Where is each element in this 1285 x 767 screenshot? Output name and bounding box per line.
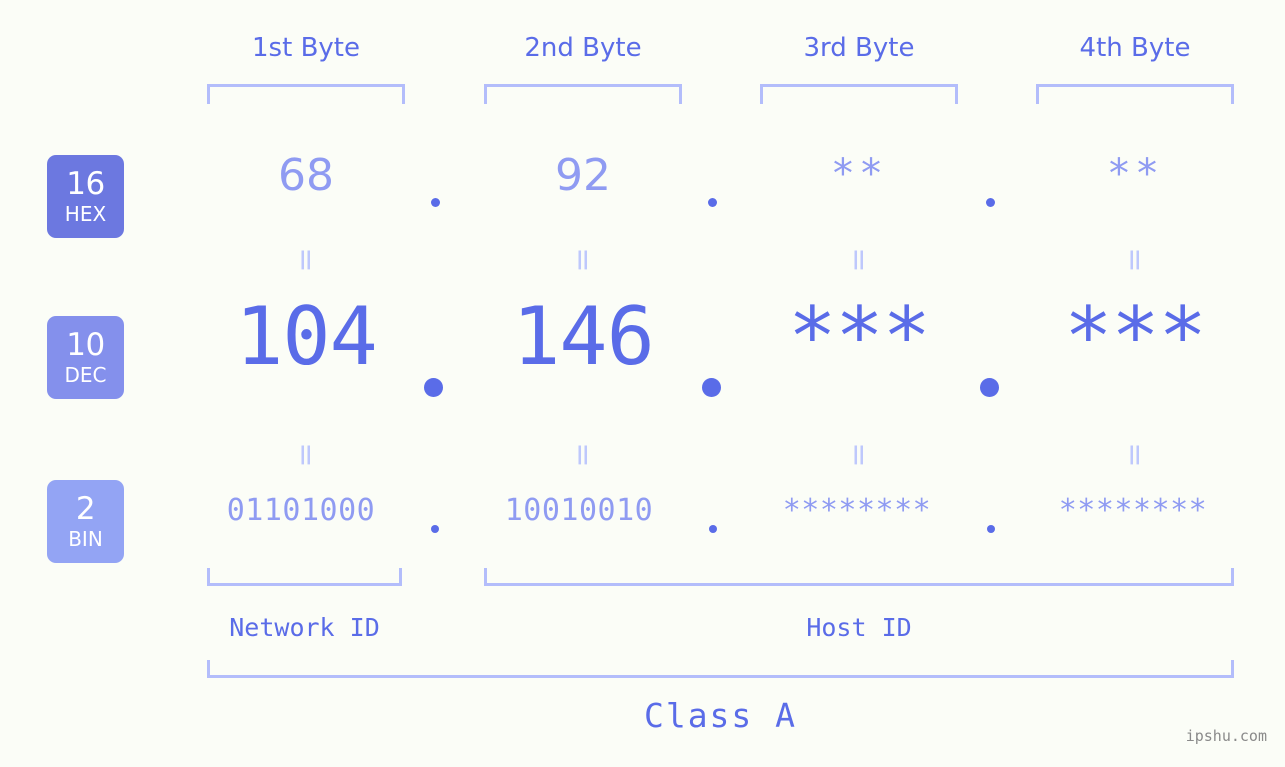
equality-mark-dec-bin-3: = [841,442,877,470]
equality-mark-dec-bin-4: = [1117,442,1153,470]
equality-mark-dec-bin-2: = [565,442,601,470]
hex-value-byte-1: 68 [278,150,334,201]
base-badge-bin: 2 BIN [47,480,124,563]
base-badge-dec-number: 10 [66,327,105,363]
network-id-label: Network ID [229,613,380,642]
bin-separator-dot-2 [709,525,717,533]
equality-mark-hex-dec-4: = [1117,247,1153,275]
hex-separator-dot-1 [431,198,440,207]
base-badge-hex-abbr: HEX [64,202,107,226]
base-badge-bin-number: 2 [75,491,96,527]
equality-mark-hex-dec-2: = [565,247,601,275]
base-badge-bin-abbr: BIN [68,527,103,551]
bin-separator-dot-1 [431,525,439,533]
hex-separator-dot-3 [986,198,995,207]
bin-value-byte-1: 01101000 [226,493,376,528]
site-watermark: ipshu.com [1185,727,1267,745]
hex-value-byte-2: 92 [555,150,611,201]
hex-value-byte-3: ** [830,151,888,197]
host-id-label: Host ID [806,613,912,642]
dec-separator-dot-3 [980,378,999,397]
equality-mark-hex-dec-3: = [841,247,877,275]
dec-value-byte-3: *** [788,290,931,383]
bin-value-byte-3: ******** [782,493,932,528]
class-bracket [207,660,1234,678]
base-badge-dec-abbr: DEC [64,363,107,387]
byte-bracket-top-3 [760,84,958,104]
dec-separator-dot-2 [702,378,721,397]
equality-mark-hex-dec-1: = [288,247,324,275]
class-label: Class A [643,696,798,735]
byte-header-2: 2nd Byte [524,33,642,63]
ip-address-breakdown-diagram: 1st Byte 2nd Byte 3rd Byte 4th Byte 16 H… [0,0,1285,767]
byte-header-3: 3rd Byte [803,33,915,63]
bin-value-byte-4: ******** [1058,493,1208,528]
base-badge-dec: 10 DEC [47,316,124,399]
equality-mark-dec-bin-1: = [288,442,324,470]
base-badge-hex: 16 HEX [47,155,124,238]
bin-separator-dot-3 [987,525,995,533]
network-id-bracket [207,568,402,586]
dec-value-byte-1: 104 [235,290,378,383]
dec-separator-dot-1 [424,378,443,397]
byte-bracket-top-4 [1036,84,1234,104]
hex-value-byte-4: ** [1106,151,1164,197]
byte-header-1: 1st Byte [252,33,360,63]
base-badge-hex-number: 16 [66,166,105,202]
host-id-bracket [484,568,1234,586]
byte-bracket-top-2 [484,84,682,104]
dec-value-byte-2: 146 [512,290,655,383]
hex-separator-dot-2 [708,198,717,207]
byte-bracket-top-1 [207,84,405,104]
dec-value-byte-4: *** [1064,290,1207,383]
byte-header-4: 4th Byte [1079,33,1191,63]
bin-value-byte-2: 10010010 [504,493,654,528]
